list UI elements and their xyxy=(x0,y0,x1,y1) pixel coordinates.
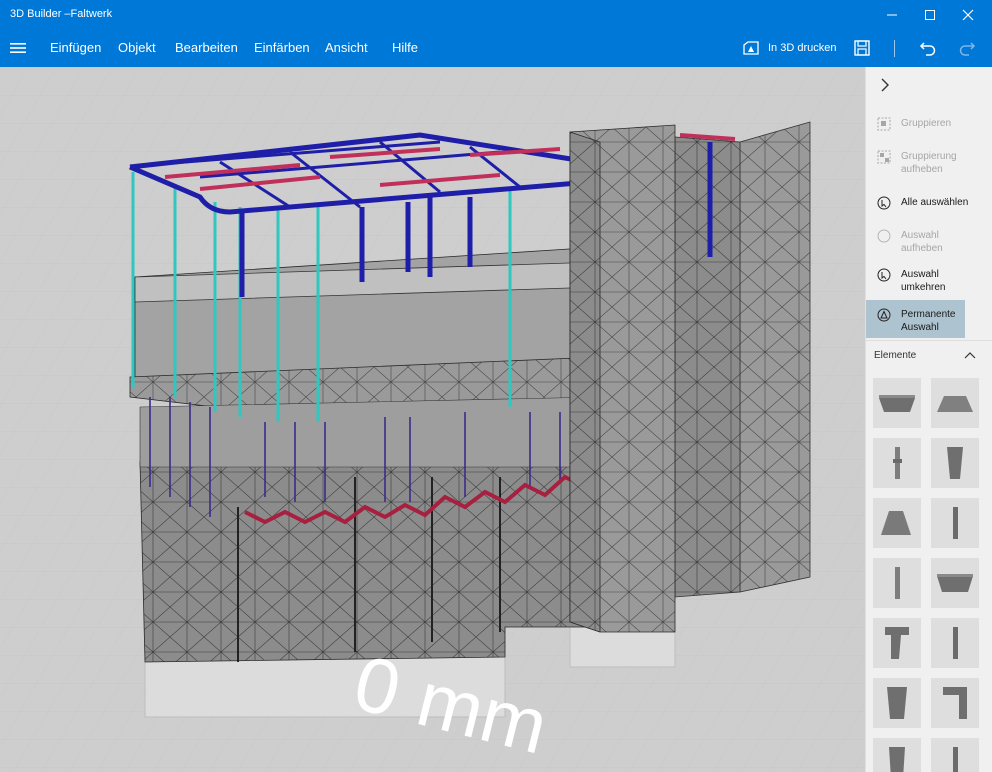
element-tile[interactable] xyxy=(931,378,979,428)
ungroup-label: Gruppierung aufheben xyxy=(901,151,957,175)
select-all-label: Alle auswählen xyxy=(901,197,969,208)
chevron-right-icon[interactable] xyxy=(878,76,892,94)
deselect-label: Auswahl aufheben xyxy=(901,230,943,254)
chevron-up-icon[interactable] xyxy=(964,350,976,360)
menu-einfuegen[interactable]: Einfügen xyxy=(50,40,101,55)
ungroup-icon xyxy=(877,150,891,164)
permanent-selection-icon xyxy=(877,308,891,322)
toolbar-separator xyxy=(894,40,895,57)
ungroup-button[interactable]: Gruppierung aufheben xyxy=(866,150,992,176)
close-icon xyxy=(962,9,974,21)
minimize-icon xyxy=(887,14,897,16)
group-button[interactable]: Gruppieren xyxy=(866,117,992,131)
element-tile[interactable] xyxy=(931,738,979,772)
deselect-button[interactable]: Auswahl aufheben xyxy=(866,229,992,255)
invert-selection-icon xyxy=(877,268,891,282)
menu-bearbeiten[interactable]: Bearbeiten xyxy=(175,40,238,55)
menu-bar: Einfügen Objekt Bearbeiten Einfärben Ans… xyxy=(0,30,992,67)
tower-side xyxy=(569,131,601,633)
group-label: Gruppieren xyxy=(901,118,952,129)
invert-selection-button[interactable]: Auswahl umkehren xyxy=(866,268,992,294)
title-bar: 3D Builder –Faltwerk xyxy=(0,0,992,30)
lower-floor-interior xyxy=(139,396,601,468)
element-tile[interactable] xyxy=(931,618,979,668)
deselect-icon xyxy=(877,229,891,243)
3d-viewport[interactable]: 0 mm xyxy=(0,67,865,772)
save-icon[interactable] xyxy=(852,38,872,58)
menu-ansicht[interactable]: Ansicht xyxy=(325,40,368,55)
print-3d-icon xyxy=(743,41,759,55)
3d-model-view[interactable]: 0 mm xyxy=(0,67,865,772)
element-tile[interactable] xyxy=(873,678,921,728)
select-all-icon xyxy=(877,196,891,210)
element-tile[interactable] xyxy=(931,558,979,608)
elements-header-label: Elemente xyxy=(874,350,917,361)
menu-einfaerben[interactable]: Einfärben xyxy=(254,40,310,55)
invert-selection-label: Auswahl umkehren xyxy=(901,269,946,293)
element-tile[interactable] xyxy=(873,618,921,668)
element-tile[interactable] xyxy=(873,378,921,428)
right-wall xyxy=(739,121,811,593)
hamburger-icon[interactable] xyxy=(10,41,26,55)
right-panel: Gruppieren Gruppierung aufheben Alle aus… xyxy=(865,67,992,772)
print-3d-button[interactable]: In 3D drucken xyxy=(742,37,836,59)
minimize-button[interactable] xyxy=(874,0,910,30)
element-tile[interactable] xyxy=(931,438,979,488)
maximize-icon xyxy=(925,10,935,20)
group-icon xyxy=(877,117,891,131)
element-tile[interactable] xyxy=(873,438,921,488)
tower-reflection xyxy=(569,626,676,668)
maximize-button[interactable] xyxy=(912,0,948,30)
permanent-selection-button[interactable]: Permanente Auswahl xyxy=(866,300,965,338)
window-title: 3D Builder –Faltwerk xyxy=(10,8,113,20)
element-tile[interactable] xyxy=(931,678,979,728)
redo-icon[interactable] xyxy=(957,38,977,58)
element-tile[interactable] xyxy=(931,498,979,548)
select-all-button[interactable]: Alle auswählen xyxy=(866,196,992,210)
print-3d-label: In 3D drucken xyxy=(768,42,837,54)
menu-hilfe[interactable]: Hilfe xyxy=(392,40,418,55)
element-tile[interactable] xyxy=(873,558,921,608)
permanent-selection-label: Permanente Auswahl xyxy=(901,309,956,333)
close-button[interactable] xyxy=(950,0,986,30)
element-tile[interactable] xyxy=(873,498,921,548)
element-tile[interactable] xyxy=(873,738,921,772)
elements-header[interactable]: Elemente xyxy=(866,340,992,368)
elements-gallery xyxy=(866,372,992,772)
undo-icon[interactable] xyxy=(918,38,938,58)
menu-objekt[interactable]: Objekt xyxy=(118,40,156,55)
